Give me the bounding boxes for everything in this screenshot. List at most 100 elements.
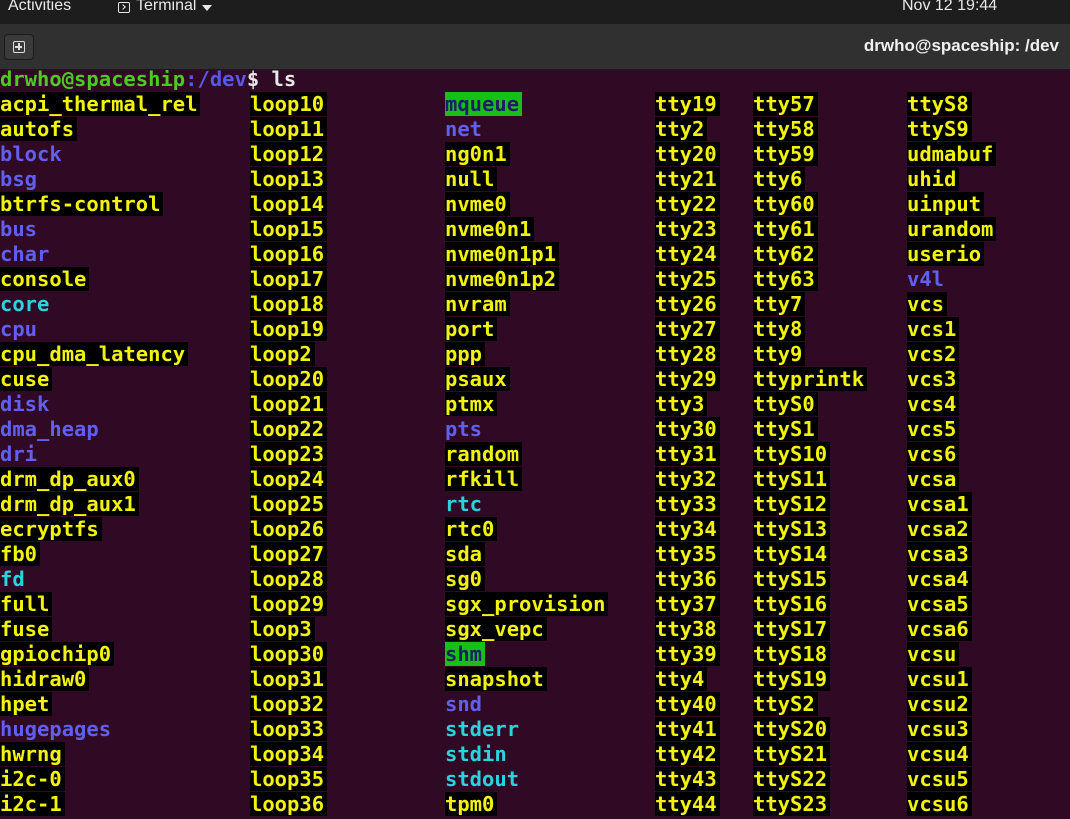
ls-entry: dri (0, 442, 200, 467)
ls-entry-name: loop36 (250, 792, 328, 816)
ls-entry-name: ecryptfs (0, 517, 102, 541)
ls-entry-name: nvme0n1p1 (445, 242, 560, 266)
ls-entry: v4l (907, 267, 996, 292)
ls-entry: char (0, 242, 200, 267)
ls-entry-name: ttyS19 (753, 667, 831, 691)
ls-column: acpi_thermal_rel autofs block bsg btrfs-cont… (0, 92, 201, 817)
ls-entry-name: tty38 (655, 617, 720, 641)
ls-entry: vcsu4 (907, 742, 996, 767)
ls-entry-name: loop25 (250, 492, 328, 516)
ls-entry: core (0, 292, 200, 317)
prompt-user: drwho@spaceship (0, 70, 186, 91)
ls-entry-name: drm_dp_aux1 (0, 492, 139, 516)
ls-entry: loop25 (250, 492, 328, 517)
ls-entry: tty59 (753, 142, 867, 167)
ls-entry: nvme0 (445, 192, 608, 217)
ls-entry-name: nvme0 (445, 192, 510, 216)
ls-entry: vcsu5 (907, 767, 996, 792)
ls-entry: ttyS21 (753, 742, 867, 767)
ls-entry-name: uhid (907, 167, 960, 191)
ls-entry-name: tty3 (655, 392, 708, 416)
ls-entry-name: tty40 (655, 692, 720, 716)
ls-entry: vcs2 (907, 342, 996, 367)
ls-entry-name: loop35 (250, 767, 328, 791)
ls-entry-name: tty63 (753, 267, 818, 291)
ls-entry-name: tpm0 (445, 792, 498, 816)
prompt-path: :/dev (185, 70, 247, 91)
ls-entry-name: ttyS16 (753, 592, 831, 616)
ls-entry: rtc0 (445, 517, 608, 542)
ls-entry-name: ttyS20 (753, 717, 831, 741)
ls-entry-name: loop33 (250, 717, 328, 741)
ls-entry-name: shm (445, 642, 486, 666)
ls-entry: nvme0n1p2 (445, 267, 608, 292)
ls-entry-name: ttyS9 (907, 117, 972, 141)
ls-entry-name: tty21 (655, 167, 720, 191)
ls-column: tty57 tty58 tty59 tty6 tty60 tty61 tty62 tty63 t… (753, 92, 868, 817)
ls-entry: tty57 (753, 92, 867, 117)
ls-entry: pts (445, 417, 608, 442)
ls-entry-name: loop18 (250, 292, 328, 316)
ls-entry-name: vcsa2 (907, 517, 972, 541)
ls-entry: tty24 (655, 242, 720, 267)
clock[interactable]: Nov 12 19:44 (902, 0, 997, 15)
ls-entry: urandom (907, 217, 997, 242)
ls-entry: fuse (0, 617, 200, 642)
ls-entry: snd (445, 692, 608, 717)
ls-entry-name: nvme0n1 (445, 217, 535, 241)
ls-entry: fd (0, 567, 200, 592)
new-tab-button[interactable] (4, 34, 34, 60)
ls-entry-name: tty7 (753, 292, 806, 316)
ls-entry-name: tty6 (753, 167, 806, 191)
ls-entry-name: stdout (445, 767, 520, 791)
ls-entry: fb0 (0, 542, 200, 567)
ls-entry-name: tty23 (655, 217, 720, 241)
terminal-output[interactable]: drwho@spaceship:/dev$ ls acpi_thermal_re… (0, 70, 1070, 819)
ls-entry: drm_dp_aux1 (0, 492, 200, 517)
ls-entry-name: hpet (0, 692, 53, 716)
ls-entry-name: tty24 (655, 242, 720, 266)
ls-entry: loop16 (250, 242, 328, 267)
ls-entry-name: tty19 (655, 92, 720, 116)
ls-entry: disk (0, 392, 200, 417)
ls-entry: tty40 (655, 692, 720, 717)
ls-column: mqueue net ng0n1 null nvme0 nvme0n1 nvme0n1p1 n… (445, 92, 609, 817)
ls-entry-name: userio (907, 242, 985, 266)
ls-entry: vcs5 (907, 417, 996, 442)
ls-entry-name: loop17 (250, 267, 328, 291)
ls-entry: shm (445, 642, 608, 667)
ls-entry: vcsa1 (907, 492, 996, 517)
ls-entry: ttyS11 (753, 467, 867, 492)
ls-entry: vcs3 (907, 367, 996, 392)
ls-entry: loop33 (250, 717, 328, 742)
ls-entry-name: vcsu4 (907, 742, 972, 766)
ls-entry: tty37 (655, 592, 720, 617)
activities-button[interactable]: Activities (8, 0, 71, 15)
ls-entry: uhid (907, 167, 996, 192)
ls-entry: loop24 (250, 467, 328, 492)
ls-entry: userio (907, 242, 996, 267)
ls-entry-name: rfkill (445, 467, 523, 491)
ls-entry-name: tty20 (655, 142, 720, 166)
ls-entry: loop28 (250, 567, 328, 592)
ls-entry: mqueue (445, 92, 608, 117)
ls-entry-name: ttyS0 (753, 392, 818, 416)
ls-entry: i2c-1 (0, 792, 200, 817)
ls-entry: nvme0n1 (445, 217, 608, 242)
ls-entry-name: random (445, 442, 523, 466)
ls-entry: ttyS17 (753, 617, 867, 642)
ls-entry: ttyS15 (753, 567, 867, 592)
ls-entry-name: tty62 (753, 242, 818, 266)
ls-entry: ttyS10 (753, 442, 867, 467)
ls-entry: autofs (0, 117, 200, 142)
ls-entry-name: tty30 (655, 417, 720, 441)
ls-entry: ttyS12 (753, 492, 867, 517)
ls-entry-name: autofs (0, 117, 78, 141)
ls-entry: vcsa6 (907, 617, 996, 642)
ls-entry: ttyS16 (753, 592, 867, 617)
app-menu[interactable]: Terminal (118, 0, 213, 15)
ls-entry-name: loop27 (250, 542, 328, 566)
new-tab-icon (13, 41, 25, 53)
ls-entry-name: tty58 (753, 117, 818, 141)
ls-entry-name: dma_heap (0, 417, 99, 441)
